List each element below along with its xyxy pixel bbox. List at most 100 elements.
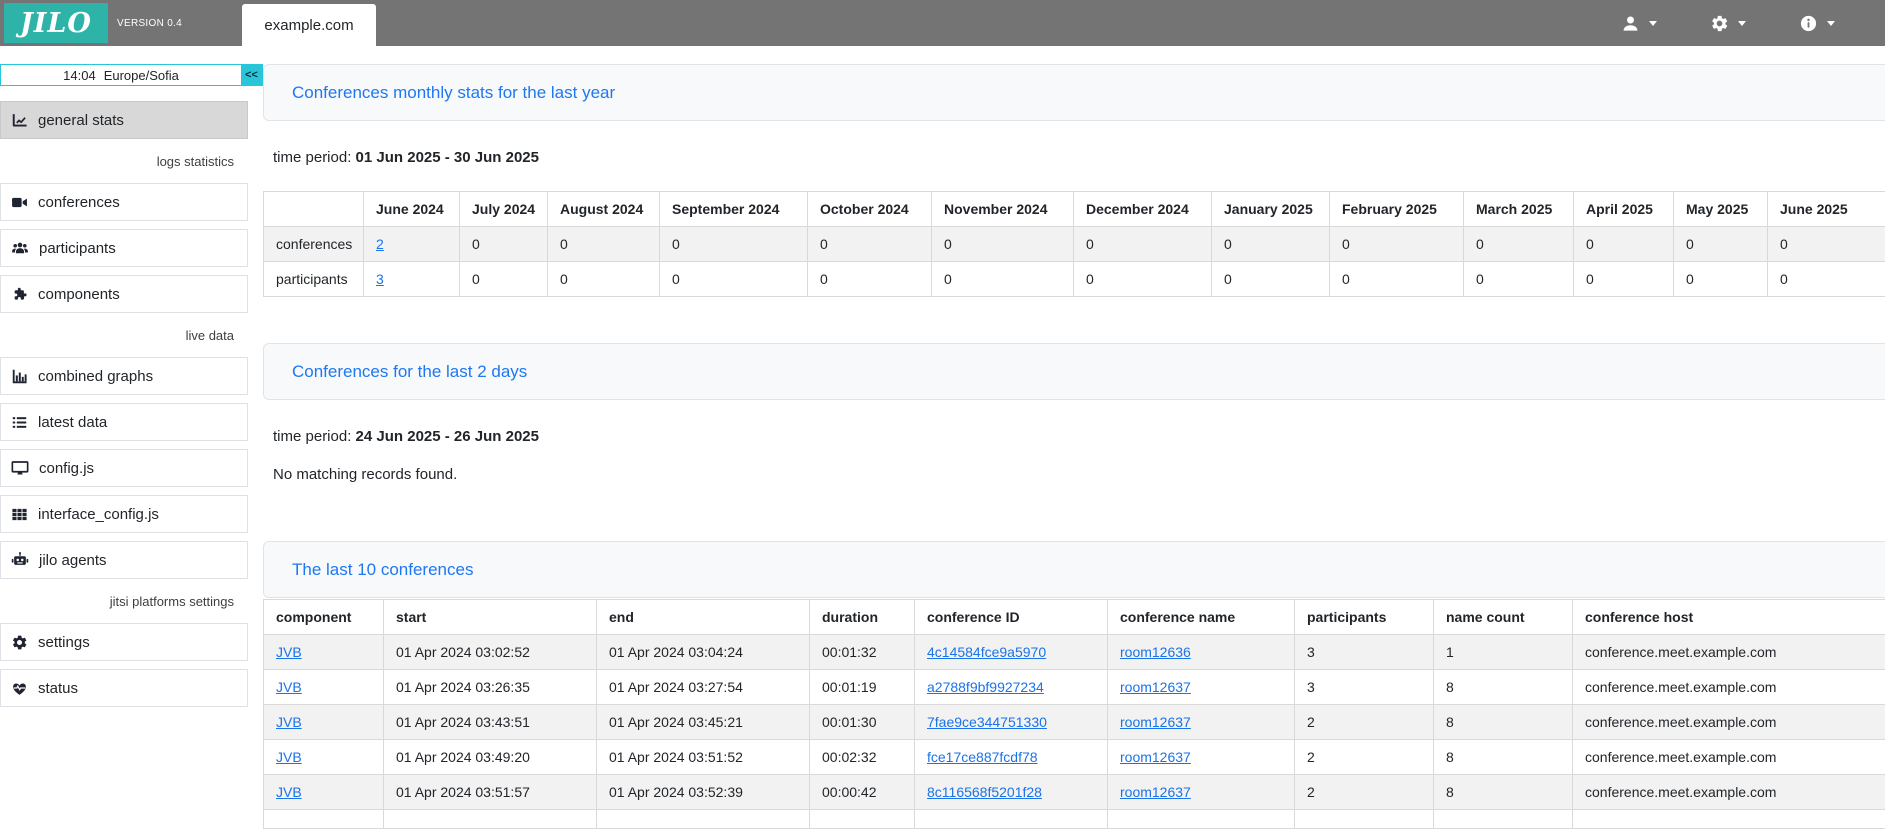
component-link[interactable]: JVB bbox=[276, 714, 302, 730]
sidebar-item-label: combined graphs bbox=[38, 368, 153, 385]
last10-col-header: name count bbox=[1434, 600, 1573, 635]
info-icon bbox=[1799, 14, 1818, 33]
last10-cell: 01 Apr 2024 03:26:35 bbox=[384, 670, 597, 705]
sidebar-menu: general stats logs statistics conferences p… bbox=[0, 101, 263, 707]
last10-cell: JVB bbox=[264, 705, 384, 740]
sidebar: 14:04 Europe/Sofia << general statslogs … bbox=[0, 46, 263, 809]
section-last-ten: The last 10 conferences componentstarten… bbox=[263, 541, 1885, 829]
last10-cell: room12637 bbox=[1108, 775, 1295, 810]
heart-pulse-icon bbox=[11, 680, 28, 697]
sidebar-item-label: status bbox=[38, 680, 78, 697]
sidebar-item-label: interface_config.js bbox=[38, 506, 159, 523]
conference-id-link[interactable]: 8c116568f5201f28 bbox=[927, 784, 1042, 800]
chart-line-icon bbox=[11, 112, 28, 129]
conference-name-link[interactable]: room12636 bbox=[1120, 644, 1191, 660]
monthly-col-header: December 2024 bbox=[1074, 192, 1212, 227]
sidebar-item-label: components bbox=[38, 286, 120, 303]
table-cells-icon bbox=[11, 506, 28, 523]
monthly-cell: 0 bbox=[1212, 227, 1330, 262]
component-link[interactable]: JVB bbox=[276, 784, 302, 800]
last10-cell: conference.meet.example.com bbox=[1573, 635, 1885, 670]
last10-cell: conference.meet.example.com bbox=[1573, 705, 1885, 740]
monthly-stats-table: June 2024July 2024August 2024September 2… bbox=[263, 191, 1885, 297]
puzzle-icon bbox=[11, 286, 28, 303]
conference-name-link[interactable]: room12637 bbox=[1120, 679, 1191, 695]
conference-name-link[interactable]: room12637 bbox=[1120, 749, 1191, 765]
sidebar-section-live-data: live data bbox=[0, 321, 248, 351]
conference-id-link[interactable]: 7fae9ce344751330 bbox=[927, 714, 1047, 730]
monthly-col-header: April 2025 bbox=[1574, 192, 1674, 227]
monthly-row-label: participants bbox=[264, 262, 364, 297]
sidebar-item-latest-data[interactable]: latest data bbox=[0, 403, 248, 441]
last10-cell: 01 Apr 2024 03:45:21 bbox=[597, 705, 810, 740]
table-row: JVB01 Apr 2024 03:02:5201 Apr 2024 03:04… bbox=[264, 635, 1885, 670]
monthly-row-label: conferences bbox=[264, 227, 364, 262]
last10-cell bbox=[915, 810, 1108, 829]
last10-cell: 8 bbox=[1434, 670, 1573, 705]
table-row-partial bbox=[264, 810, 1885, 829]
sidebar-item-interface-config-js[interactable]: interface_config.js bbox=[0, 495, 248, 533]
users-icon bbox=[11, 239, 29, 257]
last10-cell bbox=[1434, 810, 1573, 829]
conference-name-link[interactable]: room12637 bbox=[1120, 784, 1191, 800]
sidebar-collapse-button[interactable]: << bbox=[241, 65, 262, 85]
conferences-count-link[interactable]: 2 bbox=[376, 236, 384, 252]
monthly-cell: 0 bbox=[460, 227, 548, 262]
desktop-icon bbox=[11, 459, 29, 477]
monthly-cell: 0 bbox=[1674, 262, 1768, 297]
sidebar-item-components[interactable]: components bbox=[0, 275, 248, 313]
last10-cell bbox=[384, 810, 597, 829]
component-link[interactable]: JVB bbox=[276, 749, 302, 765]
sidebar-item-conferences[interactable]: conferences bbox=[0, 183, 248, 221]
monthly-col-header: June 2025 bbox=[1768, 192, 1885, 227]
last10-cell: fce17ce887fcdf78 bbox=[915, 740, 1108, 775]
last10-cell: 01 Apr 2024 03:49:20 bbox=[384, 740, 597, 775]
monthly-cell: 0 bbox=[1674, 227, 1768, 262]
info-menu-button[interactable] bbox=[1799, 14, 1835, 33]
sidebar-item-settings[interactable]: settings bbox=[0, 623, 248, 661]
last10-cell: JVB bbox=[264, 635, 384, 670]
chevron-down-icon bbox=[1827, 21, 1835, 26]
monthly-cell: 0 bbox=[1574, 227, 1674, 262]
sidebar-item-participants[interactable]: participants bbox=[0, 229, 248, 267]
tab-example-com[interactable]: example.com bbox=[242, 4, 376, 46]
component-link[interactable]: JVB bbox=[276, 644, 302, 660]
sidebar-item-label: config.js bbox=[39, 460, 94, 477]
monthly-cell: 0 bbox=[1768, 262, 1885, 297]
sidebar-item-jilo-agents[interactable]: jilo agents bbox=[0, 541, 248, 579]
monthly-col-header: February 2025 bbox=[1330, 192, 1464, 227]
settings-menu-button[interactable] bbox=[1710, 14, 1746, 33]
last10-cell: 01 Apr 2024 03:51:57 bbox=[384, 775, 597, 810]
sidebar-item-label: participants bbox=[39, 240, 116, 257]
last10-cell: room12637 bbox=[1108, 740, 1295, 775]
sidebar-item-status[interactable]: status bbox=[0, 669, 248, 707]
version-label: VERSION 0.4 bbox=[117, 18, 182, 29]
sidebar-section-logs-statistics: logs statistics bbox=[0, 147, 248, 177]
last-ten-heading-card: The last 10 conferences bbox=[263, 541, 1885, 598]
app-logo-text: JILO bbox=[20, 8, 92, 39]
conference-name-link[interactable]: room12637 bbox=[1120, 714, 1191, 730]
last10-cell: conference.meet.example.com bbox=[1573, 775, 1885, 810]
last10-col-header: component bbox=[264, 600, 384, 635]
sidebar-item-general-stats[interactable]: general stats bbox=[0, 101, 248, 139]
monthly-cell: 0 bbox=[548, 262, 660, 297]
last10-cell: 7fae9ce344751330 bbox=[915, 705, 1108, 740]
last10-cell: a2788f9bf9927234 bbox=[915, 670, 1108, 705]
section-monthly-stats: Conferences monthly stats for the last y… bbox=[263, 64, 1885, 297]
last10-cell: 01 Apr 2024 03:43:51 bbox=[384, 705, 597, 740]
last10-cell: 00:00:42 bbox=[810, 775, 915, 810]
conference-id-link[interactable]: 4c14584fce9a5970 bbox=[927, 644, 1046, 660]
component-link[interactable]: JVB bbox=[276, 679, 302, 695]
user-menu-button[interactable] bbox=[1621, 14, 1657, 33]
conference-id-link[interactable]: fce17ce887fcdf78 bbox=[927, 749, 1038, 765]
last10-cell: 2 bbox=[1295, 705, 1434, 740]
table-row: JVB 01 Apr 2024 03:43:5101 Apr 2024 03:45… bbox=[264, 705, 1885, 740]
sidebar-item-config-js[interactable]: config.js bbox=[0, 449, 248, 487]
sidebar-item-combined-graphs[interactable]: combined graphs bbox=[0, 357, 248, 395]
user-icon bbox=[1621, 14, 1640, 33]
conference-id-link[interactable]: a2788f9bf9927234 bbox=[927, 679, 1044, 695]
participants-count-link[interactable]: 3 bbox=[376, 271, 384, 287]
monthly-cell: 0 bbox=[932, 227, 1074, 262]
last-two-days-heading: Conferences for the last 2 days bbox=[292, 362, 527, 382]
last10-cell: 8 bbox=[1434, 705, 1573, 740]
